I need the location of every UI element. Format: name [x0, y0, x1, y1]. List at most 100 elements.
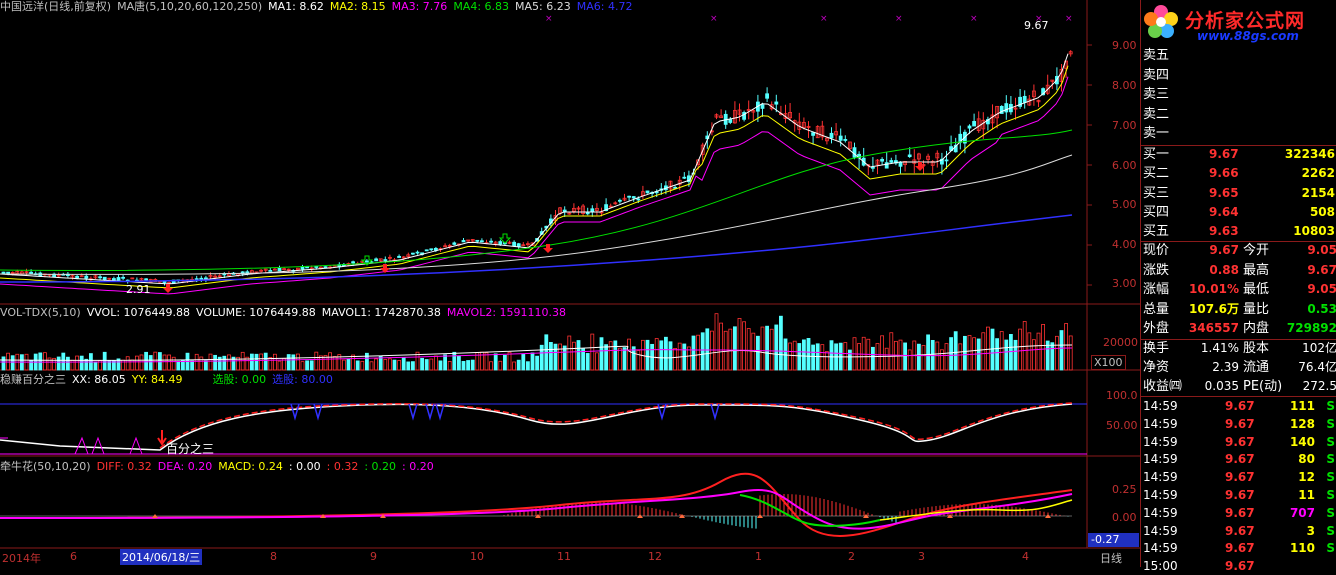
volume-bar [433, 355, 438, 371]
candle-body [29, 271, 34, 274]
sell-row[interactable]: 卖五 [1141, 46, 1336, 66]
stat2-label: 收益㈣ [1143, 379, 1183, 394]
volume-bar [613, 340, 618, 371]
volume-bar [903, 342, 907, 371]
volume-unit-label: X100 [1091, 355, 1126, 370]
volume-bar [392, 359, 397, 371]
macd-diff: DIFF: 0.32 [96, 460, 152, 473]
tick-row[interactable]: 14:59 9.67 80 S [1141, 450, 1336, 468]
tick-row[interactable]: 14:59 9.67 110 S [1141, 539, 1336, 557]
tick-row[interactable]: 14:59 9.67 707 S [1141, 504, 1336, 522]
volume-bar [995, 338, 999, 371]
ma3-line [0, 76, 1069, 295]
candle-body [880, 158, 884, 162]
stat2-row: 净资 2.39 流通 76.4亿 [1141, 358, 1336, 378]
candle-body [1, 271, 6, 274]
month-label: 2 [848, 550, 855, 563]
volume-bar [742, 321, 746, 371]
buy-row-price: 9.63 [1209, 224, 1239, 239]
macd-macd: MACD: 0.24 [218, 460, 283, 473]
logo-area: 分析家公式网 www.88gs.com [1141, 0, 1336, 46]
tick-time: 15:00 [1143, 559, 1178, 574]
tick-row[interactable]: 14:59 9.67 3 S [1141, 522, 1336, 540]
volume-bar [884, 347, 889, 371]
volume-bar [645, 339, 650, 371]
sell-row[interactable]: 卖四 [1141, 66, 1336, 86]
month-label: 12 [648, 550, 662, 563]
stat-value: 9.67 [1307, 262, 1336, 277]
tick-row[interactable]: 14:59 9.67 128 S [1141, 415, 1336, 433]
candle-body [461, 240, 466, 243]
vvol-value: VVOL: 1076449.88 [86, 306, 191, 319]
volume-bar [47, 357, 52, 371]
month-label: 4 [1022, 550, 1029, 563]
volume-bar [1032, 339, 1036, 371]
tick-row[interactable]: 14:59 9.67 11 S [1141, 486, 1336, 504]
volume-bar [314, 351, 319, 371]
ma6-line [0, 214, 1073, 283]
buy-row[interactable]: 买四 9.64 508 [1141, 203, 1336, 223]
stat-row: 涨跌 0.88 最高 9.67 [1141, 261, 1336, 281]
candle-body [162, 281, 167, 283]
buy-row[interactable]: 买三 9.65 2154 [1141, 184, 1336, 204]
volume-bar [1013, 339, 1018, 371]
mavol2-value: MAVOL2: 1591110.38 [446, 306, 567, 319]
ind1-yy: YY: 84.49 [131, 373, 183, 386]
buy-row[interactable]: 买五 9.63 10803 [1141, 222, 1336, 242]
tick-volume: 11 [1298, 488, 1315, 502]
tick-row[interactable]: 15:00 9.67 [1141, 557, 1336, 575]
candle-body [512, 241, 516, 247]
candle-body [829, 132, 834, 139]
volume-bar [259, 353, 264, 371]
ind1-xx: XX: 86.05 [72, 373, 126, 386]
stat2-row: 换手 1.41% 股本 102亿 [1141, 339, 1336, 359]
ma1-line [0, 53, 1069, 285]
tick-side: S [1326, 505, 1335, 520]
volume-bar [263, 352, 268, 371]
volume-bar [1059, 330, 1064, 371]
volume-bar [691, 335, 696, 371]
volume-bar [737, 317, 742, 371]
buy-row-price: 9.67 [1209, 147, 1239, 161]
candle-body [112, 278, 116, 281]
macd-dea: DEA: 0.20 [157, 460, 213, 473]
tick-row[interactable]: 14:59 9.67 12 S [1141, 468, 1336, 486]
volume-bar [466, 360, 471, 371]
volume-bar [723, 330, 728, 371]
price-axis-label: 8.00 [1112, 79, 1137, 92]
tick-price: 9.67 [1225, 452, 1255, 467]
macd-panel-header: 牵牛花(50,10,20) DIFF: 0.32 DEA: 0.20 MACD: 0.… [0, 460, 440, 473]
volume-bar [843, 342, 848, 371]
candle-body [884, 162, 889, 169]
macd-v4: : 0.20 [402, 460, 434, 473]
period-label[interactable]: 日线 [1100, 550, 1122, 566]
mavol1-value: MAVOL1: 1742870.38 [321, 306, 441, 319]
volume-bar [61, 352, 66, 371]
candle-body [410, 252, 415, 255]
sell-row[interactable]: 卖二 [1141, 105, 1336, 125]
volume-axis-label: 20000 [1103, 336, 1138, 349]
indicator1-header: 稳赚百分之三 XX: 86.05 YY: 84.49 选股: 0.00 选股: 80.0… [0, 373, 339, 386]
volume-bar [687, 346, 691, 371]
buy-row[interactable]: 买一 9.67 322346 [1141, 145, 1336, 165]
candle-body [121, 276, 125, 279]
tick-row[interactable]: 14:59 9.67 111 S [1141, 397, 1336, 415]
sell-row[interactable]: 卖一 [1141, 124, 1336, 144]
ind1-v-mark [408, 403, 418, 421]
volume-bar [526, 361, 530, 371]
chart-canvas[interactable]: × × × × × × × [0, 0, 1140, 567]
stat-value: 9.05 [1307, 282, 1336, 297]
sell-row-label: 卖一 [1143, 126, 1170, 141]
volume-bar [424, 359, 429, 371]
tick-row[interactable]: 14:59 9.67 140 S [1141, 433, 1336, 451]
buy-row[interactable]: 买二 9.66 2262 [1141, 164, 1336, 184]
tick-volume: 128 [1289, 416, 1315, 431]
volume-bar [733, 326, 737, 371]
volume-bar [1, 356, 6, 371]
low-price-label: 2.91 [126, 283, 151, 296]
volume-bar [705, 328, 710, 371]
volume-bar [696, 334, 700, 371]
time-axis-year: 2014年 [2, 552, 41, 565]
candle-body [6, 271, 10, 274]
sell-row[interactable]: 卖三 [1141, 85, 1336, 105]
